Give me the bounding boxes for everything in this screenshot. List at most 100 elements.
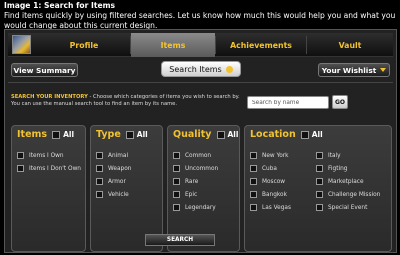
items-option[interactable]: Items I Own <box>17 152 64 160</box>
option-label: New York <box>262 153 289 159</box>
quality-common-checkbox[interactable] <box>173 152 180 159</box>
items-all-checkbox[interactable] <box>52 130 61 139</box>
chevron-down-icon <box>380 68 387 72</box>
location-cuba-checkbox[interactable] <box>250 165 257 172</box>
location-special-event-checkbox[interactable] <box>316 204 323 211</box>
items-own-checkbox[interactable] <box>17 152 24 159</box>
search-instructions: SEARCH YOUR INVENTORY - Choose which cat… <box>11 94 246 108</box>
quality-rare-checkbox[interactable] <box>173 178 180 185</box>
items-dont-own-checkbox[interactable] <box>17 165 24 172</box>
search-items-button[interactable]: Search Items <box>161 61 241 77</box>
location-option[interactable]: Figting <box>316 165 347 173</box>
option-label: Epic <box>185 192 198 198</box>
quality-epic-checkbox[interactable] <box>173 191 180 198</box>
quality-option[interactable]: Uncommon <box>173 165 218 173</box>
type-vehicle-checkbox[interactable] <box>96 191 103 198</box>
location-option[interactable]: Challenge Mission <box>316 191 380 199</box>
type-all-checkbox[interactable] <box>125 130 134 139</box>
option-label: Common <box>185 153 212 159</box>
quality-option[interactable]: Epic <box>173 191 197 199</box>
quality-option[interactable]: Common <box>173 152 211 160</box>
option-label: Figting <box>328 166 348 172</box>
location-option[interactable]: Cuba <box>250 165 277 173</box>
items-option[interactable]: Items I Don't Own <box>17 165 83 173</box>
location-bangkok-checkbox[interactable] <box>250 191 257 198</box>
location-all-checkbox[interactable] <box>300 130 309 139</box>
location-option[interactable]: Marketplace <box>316 178 364 186</box>
view-summary-label: View Summary <box>13 65 76 75</box>
items-all-label: All <box>63 130 75 139</box>
quality-option[interactable]: Legendary <box>173 204 216 212</box>
option-label: Cuba <box>262 166 277 172</box>
items-panel-header: Items All <box>17 129 74 140</box>
option-label: Items I Own <box>29 153 64 159</box>
location-italy-checkbox[interactable] <box>316 152 323 159</box>
avatar[interactable] <box>12 35 31 54</box>
quality-option[interactable]: Rare <box>173 178 198 186</box>
quality-uncommon-checkbox[interactable] <box>173 165 180 172</box>
type-weapon-checkbox[interactable] <box>96 165 103 172</box>
location-option[interactable]: Special Event <box>316 204 367 212</box>
app-window: Profile Items Achievements Vault View Su… <box>4 29 397 253</box>
tab-bar: Profile Items Achievements Vault <box>8 33 393 57</box>
location-panel-header: Location All <box>250 129 323 140</box>
location-option[interactable]: Moscow <box>250 178 285 186</box>
quality-all-label: All <box>227 130 239 139</box>
location-challenge-mission-checkbox[interactable] <box>316 191 323 198</box>
type-animal-checkbox[interactable] <box>96 152 103 159</box>
type-armor-checkbox[interactable] <box>96 178 103 185</box>
location-new-york-checkbox[interactable] <box>250 152 257 159</box>
search-items-label: Search Items <box>169 64 222 74</box>
type-option[interactable]: Armor <box>96 178 126 186</box>
quality-all-checkbox[interactable] <box>216 130 225 139</box>
option-label: Moscow <box>262 179 286 185</box>
view-summary-button[interactable]: View Summary <box>11 63 78 77</box>
option-label: Uncommon <box>185 166 219 172</box>
wishlist-label: Your Wishlist <box>321 65 377 75</box>
option-label: Armor <box>108 179 126 185</box>
go-button[interactable]: GO <box>332 95 348 109</box>
option-label: Las Vegas <box>262 205 291 211</box>
tab-items[interactable]: Items <box>131 33 215 57</box>
tab-achievements[interactable]: Achievements <box>216 33 306 57</box>
option-label: Bangkok <box>262 192 287 198</box>
quality-panel-header: Quality All <box>173 129 238 140</box>
option-label: Challenge Mission <box>328 192 381 198</box>
divider <box>8 82 393 83</box>
option-label: Legendary <box>185 205 216 211</box>
type-panel-title: Type <box>96 129 121 140</box>
tab-profile[interactable]: Profile <box>38 33 130 57</box>
type-panel-header: Type All <box>96 129 148 140</box>
option-label: Rare <box>185 179 199 185</box>
option-label: Animal <box>108 153 129 159</box>
option-label: Vehicle <box>108 192 129 198</box>
quality-legendary-checkbox[interactable] <box>173 204 180 211</box>
location-option[interactable]: Italy <box>316 152 341 160</box>
location-all-label: All <box>311 130 323 139</box>
search-button[interactable]: SEARCH <box>145 234 215 246</box>
type-option[interactable]: Animal <box>96 152 128 160</box>
option-label: Italy <box>328 153 341 159</box>
location-las-vegas-checkbox[interactable] <box>250 204 257 211</box>
location-figting-checkbox[interactable] <box>316 165 323 172</box>
tab-vault[interactable]: Vault <box>307 33 393 57</box>
search-input[interactable] <box>247 96 329 109</box>
location-moscow-checkbox[interactable] <box>250 178 257 185</box>
status-dot-icon <box>225 65 233 73</box>
location-option[interactable]: Las Vegas <box>250 204 291 212</box>
caption-title: Image 1: Search for Items <box>4 1 116 10</box>
location-filter-panel: Location All New York Cuba Moscow Bangko… <box>244 125 392 252</box>
wishlist-dropdown[interactable]: Your Wishlist <box>318 63 390 77</box>
option-label: Marketplace <box>328 179 364 185</box>
type-all-label: All <box>136 130 148 139</box>
type-option[interactable]: Weapon <box>96 165 131 173</box>
items-panel-title: Items <box>17 129 48 140</box>
option-label: Weapon <box>108 166 132 172</box>
option-label: Special Event <box>328 205 368 211</box>
option-label: Items I Don't Own <box>29 166 81 172</box>
type-filter-panel: Type All Animal Weapon Armor Vehicle <box>90 125 163 252</box>
type-option[interactable]: Vehicle <box>96 191 129 199</box>
location-option[interactable]: Bangkok <box>250 191 287 199</box>
location-marketplace-checkbox[interactable] <box>316 178 323 185</box>
location-option[interactable]: New York <box>250 152 289 160</box>
